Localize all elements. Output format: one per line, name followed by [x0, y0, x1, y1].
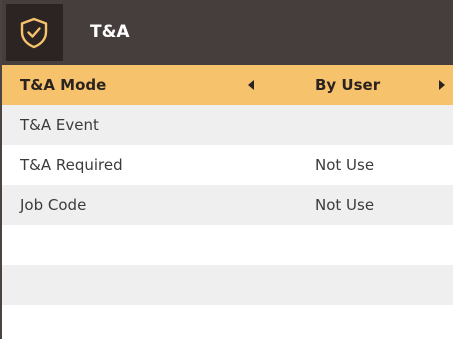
setting-label: T&A Required [20, 156, 123, 174]
setting-value: Not Use [315, 196, 375, 214]
empty-row [2, 265, 453, 305]
setting-row-job-code[interactable]: Job Code Not Use [2, 185, 453, 225]
setting-value: By User [315, 76, 381, 94]
page-title: T&A [90, 22, 130, 42]
setting-label: T&A Mode [20, 76, 107, 94]
header-bar: T&A [2, 0, 453, 65]
arrow-right-icon[interactable] [439, 80, 445, 90]
setting-value: Not Use [315, 156, 375, 174]
empty-row [2, 225, 453, 265]
ta-settings-screen: T&A T&A Mode By User T&A Event T&A Requi… [0, 0, 453, 339]
setting-label: Job Code [20, 196, 87, 214]
header-icon-button[interactable] [6, 4, 63, 61]
setting-row-ta-event[interactable]: T&A Event [2, 105, 453, 145]
empty-row [2, 305, 453, 339]
shield-check-icon [20, 17, 48, 49]
setting-label: T&A Event [20, 116, 99, 134]
setting-row-ta-required[interactable]: T&A Required Not Use [2, 145, 453, 185]
arrow-left-icon[interactable] [248, 80, 254, 90]
setting-row-ta-mode[interactable]: T&A Mode By User [2, 65, 453, 105]
